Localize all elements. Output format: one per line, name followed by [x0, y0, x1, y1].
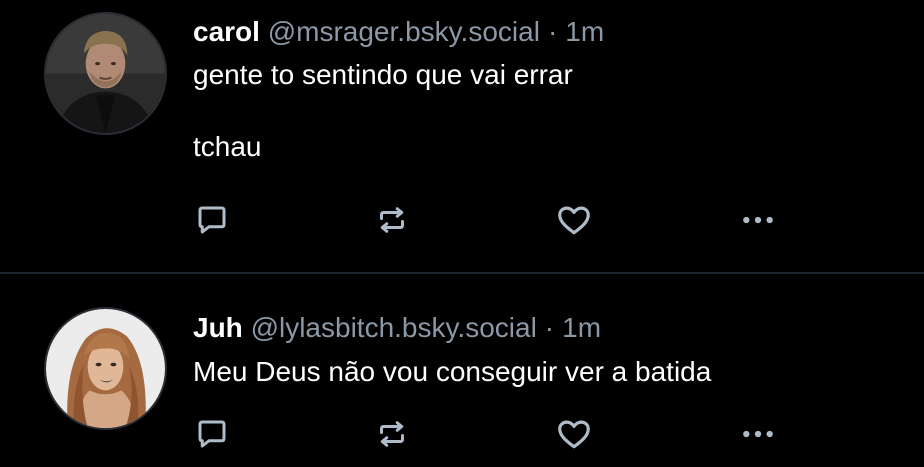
more-options-icon: [743, 216, 773, 224]
post-text: gente to sentindo que vai errar tchau: [193, 59, 573, 162]
reply-icon: [198, 420, 226, 448]
more-options-icon: [743, 430, 773, 438]
repost-button[interactable]: [370, 414, 414, 454]
more-options-button[interactable]: [736, 200, 780, 240]
like-button[interactable]: [552, 414, 596, 454]
avatar[interactable]: [44, 12, 167, 135]
post-actions: [190, 200, 790, 240]
reply-button[interactable]: [190, 200, 234, 240]
heart-icon: [558, 206, 590, 235]
heart-icon: [558, 420, 590, 449]
handle[interactable]: @msrager.bsky.social: [268, 16, 540, 47]
reply-icon: [198, 206, 226, 234]
repost-icon: [380, 207, 404, 233]
more-options-button[interactable]: [736, 414, 780, 454]
post-carol[interactable]: carol @msrager.bsky.social · 1m gente to s…: [0, 0, 924, 272]
post-text: Meu Deus não vou conseguir ver a batida: [193, 356, 712, 387]
repost-icon: [380, 421, 404, 447]
separator-dot: ·: [547, 16, 558, 47]
separator-dot: ·: [544, 312, 555, 343]
timestamp[interactable]: 1m: [562, 312, 601, 343]
post-juh[interactable]: Juh @lylasbitch.bsky.social · 1m Meu Deus …: [0, 274, 924, 467]
post-header: Juh @lylasbitch.bsky.social · 1m: [193, 311, 601, 345]
display-name[interactable]: carol: [193, 16, 260, 47]
handle[interactable]: @lylasbitch.bsky.social: [251, 312, 537, 343]
post-actions: [190, 414, 790, 454]
man-portrait-avatar-image: [46, 14, 165, 133]
woman-portrait-avatar-image: [46, 309, 165, 428]
reply-button[interactable]: [190, 414, 234, 454]
like-button[interactable]: [552, 200, 596, 240]
avatar[interactable]: [44, 307, 167, 430]
repost-button[interactable]: [370, 200, 414, 240]
display-name[interactable]: Juh: [193, 312, 243, 343]
timestamp[interactable]: 1m: [565, 16, 604, 47]
post-header: carol @msrager.bsky.social · 1m: [193, 15, 604, 49]
